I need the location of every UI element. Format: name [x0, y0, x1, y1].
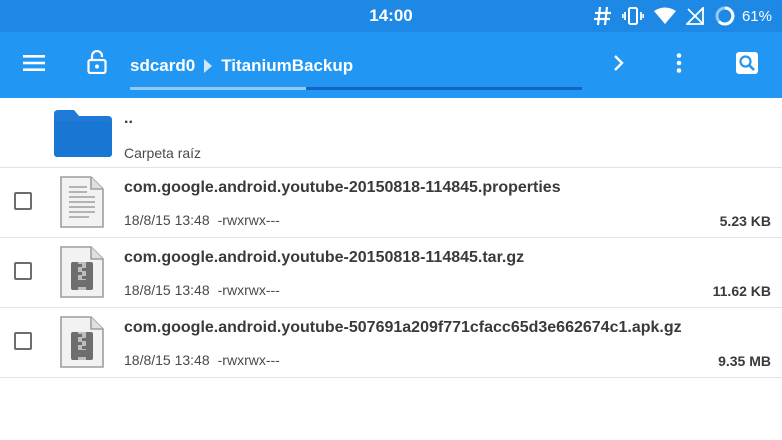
select-checkbox[interactable]: [14, 262, 32, 280]
file-name: com.google.android.youtube-20150818-1148…: [124, 249, 525, 266]
select-checkbox[interactable]: [14, 332, 32, 350]
file-name: com.google.android.youtube-507691a209f77…: [124, 319, 682, 336]
file-date: 18/8/15 13:48: [124, 352, 210, 368]
list-item[interactable]: com.google.android.youtube-507691a209f77…: [0, 308, 782, 378]
list-item-parent-folder[interactable]: .. Carpeta raíz: [0, 98, 782, 168]
select-checkbox[interactable]: [14, 192, 32, 210]
file-permissions: -rwxrwx---: [217, 212, 280, 228]
breadcrumb-separator-icon: [203, 58, 213, 74]
file-name: com.google.android.youtube-20150818-1148…: [124, 179, 561, 196]
archive-file-icon: [59, 245, 105, 299]
wifi-icon: [653, 7, 676, 25]
file-size: 5.23 KB: [719, 213, 771, 229]
list-item[interactable]: com.google.android.youtube-20150818-1148…: [0, 238, 782, 308]
file-size: 11.62 KB: [712, 283, 771, 299]
more-vert-icon: [676, 52, 682, 78]
file-meta: 18/8/15 13:48 -rwxrwx---: [124, 212, 280, 228]
archive-file-icon: [59, 315, 105, 369]
no-sim-icon: [685, 7, 704, 25]
overflow-menu-button[interactable]: [664, 50, 694, 80]
status-icons: 61%: [593, 4, 772, 28]
battery-percent: 61%: [741, 7, 772, 25]
list-item[interactable]: com.google.android.youtube-20150818-1148…: [0, 168, 782, 238]
file-permissions: -rwxrwx---: [217, 352, 280, 368]
hash-icon: [593, 6, 612, 26]
breadcrumb-titaniumbackup[interactable]: TitaniumBackup: [221, 56, 353, 76]
file-size: 9.35 MB: [718, 353, 771, 369]
file-name: ..: [124, 110, 133, 127]
menu-icon: [23, 54, 45, 77]
file-permissions: -rwxrwx---: [217, 282, 280, 298]
vibrate-icon: [621, 6, 644, 26]
breadcrumb-sdcard0[interactable]: sdcard0: [130, 56, 195, 76]
file-meta: 18/8/15 13:48 -rwxrwx---: [124, 352, 280, 368]
menu-button[interactable]: [16, 50, 52, 80]
path-scroll-indicator: [130, 87, 306, 90]
lock-open-icon: [87, 49, 107, 79]
search-icon: [735, 51, 759, 80]
breadcrumb: sdcard0 TitaniumBackup: [130, 56, 353, 76]
file-date: 18/8/15 13:48: [124, 212, 210, 228]
text-file-icon: [59, 175, 105, 229]
app-toolbar: sdcard0 TitaniumBackup: [0, 32, 782, 98]
file-list: .. Carpeta raíz com.google.android.youtu…: [0, 98, 782, 378]
folder-icon: [52, 108, 114, 158]
file-meta: 18/8/15 13:48 -rwxrwx---: [124, 282, 280, 298]
status-bar: 14:00 61%: [0, 0, 782, 32]
battery-ring-icon: [714, 5, 736, 27]
chevron-right-icon: [613, 54, 625, 77]
search-button[interactable]: [734, 51, 760, 80]
file-date: 18/8/15 13:48: [124, 282, 210, 298]
lock-button[interactable]: [82, 48, 112, 80]
forward-button[interactable]: [604, 50, 634, 80]
folder-subtitle: Carpeta raíz: [124, 145, 202, 161]
